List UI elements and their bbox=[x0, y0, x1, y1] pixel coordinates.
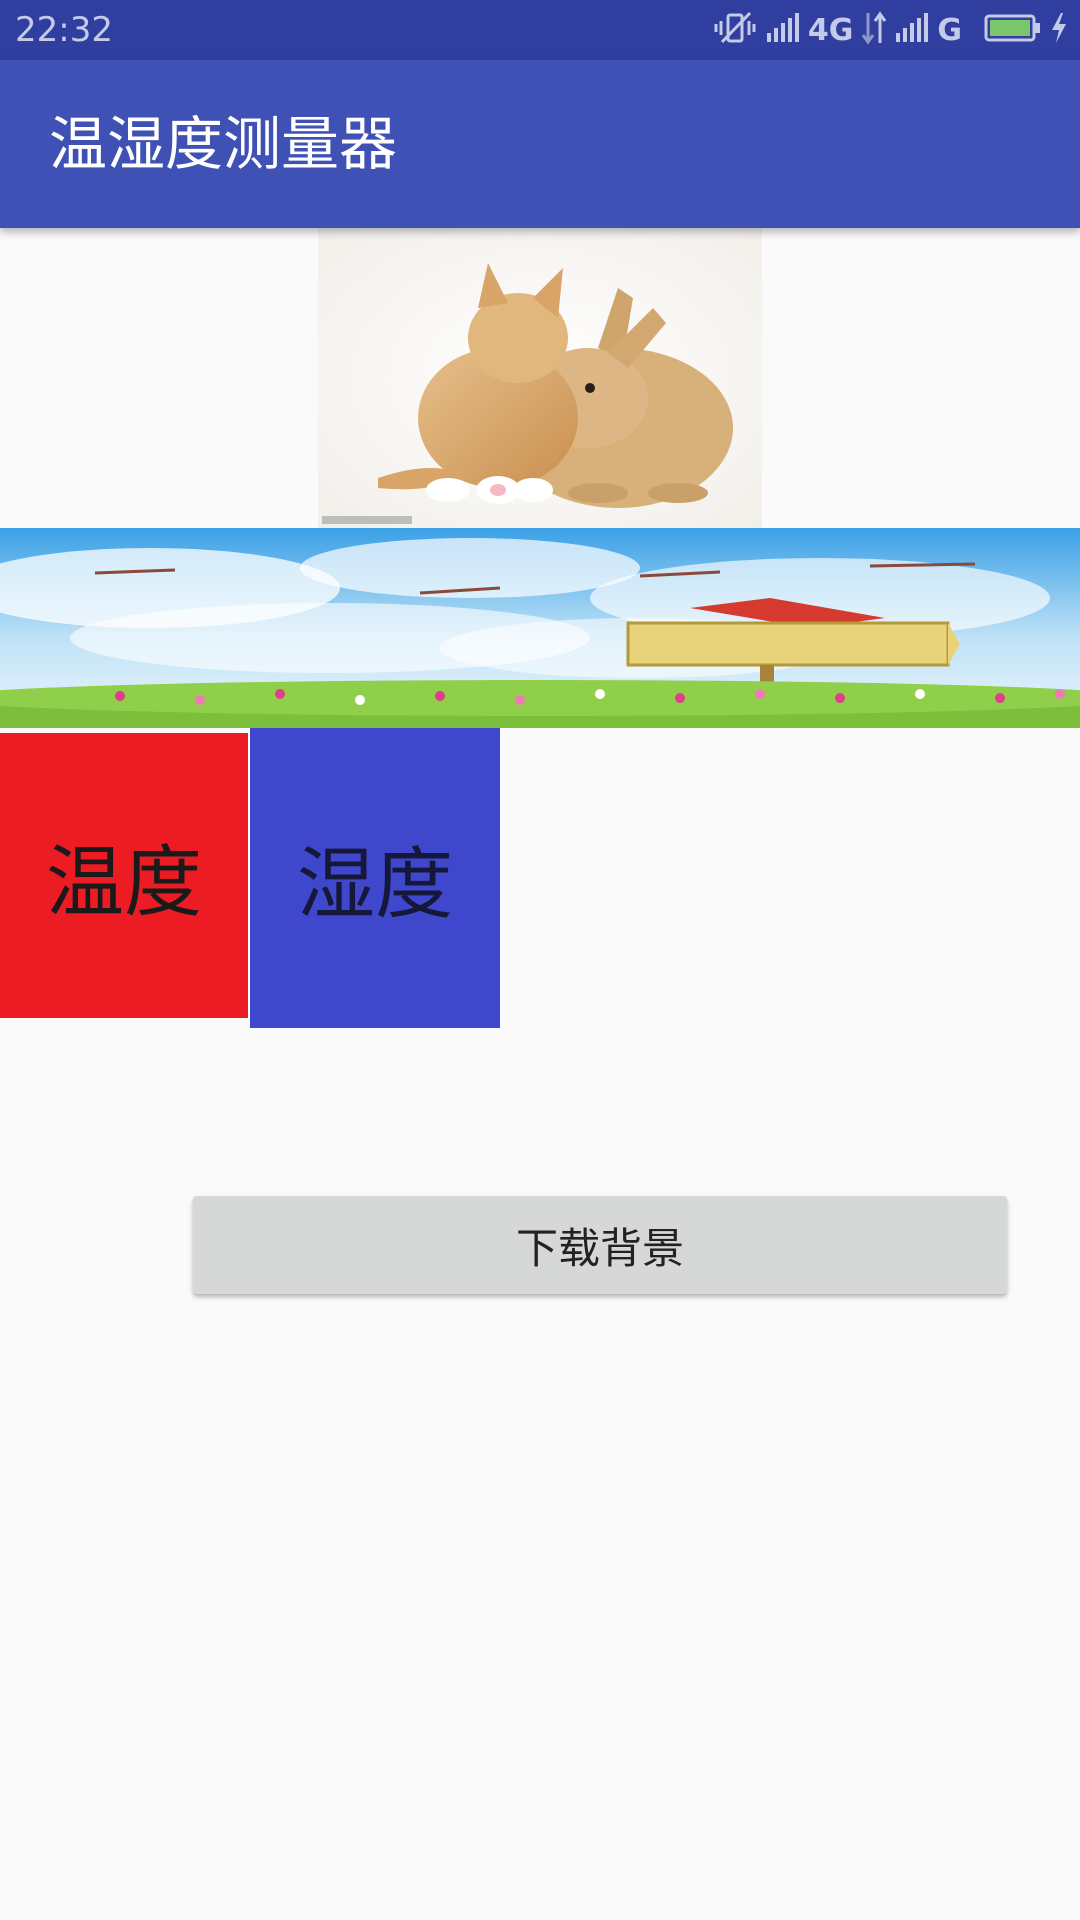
humidity-label: 湿度 bbox=[296, 840, 453, 930]
status-bar: 22:32 4G G bbox=[0, 0, 1080, 60]
network-type-primary: 4G bbox=[807, 12, 854, 48]
sky-banner-image bbox=[0, 528, 1080, 728]
temperature-tile[interactable]: 温度 bbox=[0, 733, 248, 1018]
cat-rabbit-image bbox=[318, 228, 762, 528]
signal-icon bbox=[766, 13, 800, 47]
network-type-secondary: G bbox=[937, 12, 962, 48]
signal-icon bbox=[895, 13, 929, 47]
download-background-button[interactable]: 下载背景 bbox=[193, 1196, 1007, 1294]
humidity-tile[interactable]: 湿度 bbox=[250, 728, 500, 1028]
app-title: 温湿度测量器 bbox=[49, 110, 398, 178]
charging-icon bbox=[1050, 12, 1068, 48]
status-icons: 4G G bbox=[714, 10, 1068, 50]
temperature-label: 温度 bbox=[45, 837, 202, 928]
app-bar: 温湿度测量器 bbox=[0, 60, 1080, 228]
data-arrows-icon bbox=[861, 11, 887, 49]
vibrate-off-icon bbox=[714, 10, 758, 50]
battery-icon bbox=[984, 13, 1042, 47]
status-time: 22:32 bbox=[15, 10, 113, 50]
